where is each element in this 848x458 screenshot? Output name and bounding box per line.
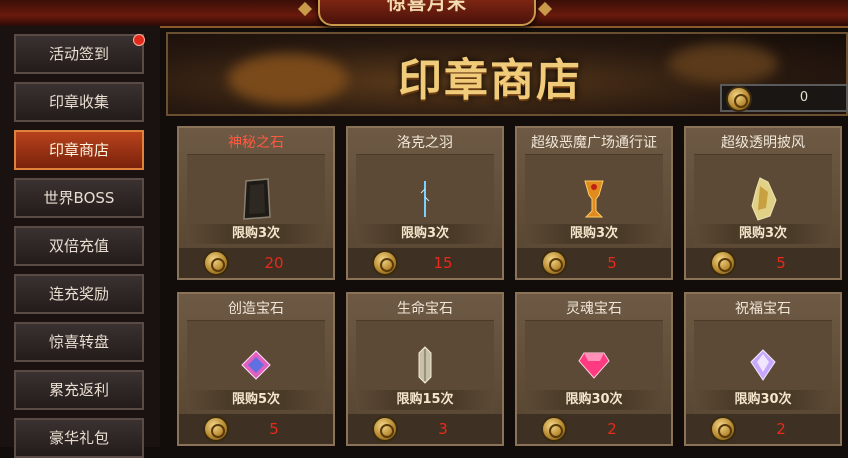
shop-item-card[interactable]: 生命宝石 限购15次 3 — [346, 292, 504, 446]
sidebar-item-label: 连充奖励 — [48, 285, 109, 303]
price-row: 3 — [348, 414, 502, 444]
price-row: 2 — [517, 414, 671, 444]
blessing-gem-icon — [750, 349, 776, 381]
sidebar-item-double-recharge[interactable]: 双倍充值 — [14, 226, 144, 266]
sidebar-item-rebate[interactable]: 累充返利 — [14, 370, 144, 410]
shop-item-card[interactable]: 神秘之石 限购3次 20 — [177, 126, 335, 280]
sidebar-item-gift-pack[interactable]: 豪华礼包 — [14, 418, 144, 458]
sidebar-item-label: 双倍充值 — [48, 237, 109, 255]
fire-decoration — [668, 44, 778, 84]
item-name: 神秘之石 — [228, 135, 284, 151]
sidebar-item-streak-reward[interactable]: 连充奖励 — [14, 274, 144, 314]
seal-coin-icon — [710, 250, 736, 276]
price-row: 2 — [686, 414, 840, 444]
shop-item-card[interactable]: 洛克之羽 限购3次 15 — [346, 126, 504, 280]
item-price: 5 — [607, 254, 617, 272]
seal-coin-icon — [726, 86, 752, 112]
ornament-icon — [537, 1, 553, 17]
soul-gem-icon — [578, 352, 610, 379]
item-price: 3 — [438, 420, 448, 438]
item-name: 洛克之羽 — [397, 135, 453, 151]
window-title: 惊喜月末 — [386, 0, 467, 14]
sidebar-item-label: 印章收集 — [48, 93, 109, 111]
item-price: 2 — [607, 420, 617, 438]
sidebar-item-label: 豪华礼包 — [48, 429, 109, 447]
item-name: 生命宝石 — [397, 301, 453, 317]
seal-coin-icon — [203, 250, 229, 276]
sidebar-item-seal-shop[interactable]: 印章商店 — [14, 130, 144, 170]
fire-decoration — [228, 54, 348, 104]
seal-coin-icon — [203, 416, 229, 442]
shop-item-card[interactable]: 祝福宝石 限购30次 2 — [684, 292, 842, 446]
seal-coin-icon — [541, 250, 567, 276]
item-price: 15 — [433, 254, 453, 272]
sidebar-item-checkin[interactable]: 活动签到 — [14, 34, 144, 74]
item-price: 5 — [776, 254, 786, 272]
sidebar-item-lucky-wheel[interactable]: 惊喜转盘 — [14, 322, 144, 362]
price-row: 5 — [517, 248, 671, 278]
golden-goblet-icon — [584, 180, 604, 218]
shop-item-card[interactable]: 超级恶魔广场通行证 限购3次 5 — [515, 126, 673, 280]
purchase-limit: 限购30次 — [694, 390, 832, 410]
seal-coin-icon — [541, 416, 567, 442]
seal-coin-icon — [372, 250, 398, 276]
sidebar-item-seal-collect[interactable]: 印章收集 — [14, 82, 144, 122]
creation-gem-icon — [241, 350, 271, 380]
price-row: 15 — [348, 248, 502, 278]
purchase-limit: 限购3次 — [187, 224, 325, 244]
purchase-limit: 限购3次 — [525, 224, 663, 244]
sidebar: 活动签到 印章收集 印章商店 世界BOSS 双倍充值 连充奖励 惊喜转盘 累充返… — [0, 26, 160, 458]
glowing-cloak-icon — [751, 177, 777, 221]
sidebar-item-world-boss[interactable]: 世界BOSS — [14, 178, 144, 218]
sidebar-item-label: 累充返利 — [48, 381, 109, 399]
price-row: 20 — [179, 248, 333, 278]
item-price: 20 — [264, 254, 284, 272]
title-plate: 惊喜月末 — [318, 0, 536, 26]
purchase-limit: 限购5次 — [187, 390, 325, 410]
page-title: 印章商店 — [398, 55, 582, 106]
sidebar-item-label: 活动签到 — [48, 45, 109, 63]
item-price: 2 — [776, 420, 786, 438]
seal-balance: 0 — [720, 84, 848, 112]
notification-dot-icon — [133, 34, 145, 46]
item-name: 灵魂宝石 — [566, 301, 622, 317]
purchase-limit: 限购3次 — [356, 224, 494, 244]
sidebar-item-label: 世界BOSS — [43, 189, 115, 207]
purchase-limit: 限购3次 — [694, 224, 832, 244]
purchase-limit: 限购30次 — [525, 390, 663, 410]
top-bar: 惊喜月末 — [0, 0, 848, 28]
ornament-icon — [297, 1, 313, 17]
item-name: 创造宝石 — [228, 301, 284, 317]
seal-coin-icon — [710, 416, 736, 442]
item-price: 5 — [269, 420, 279, 438]
item-name: 超级透明披风 — [721, 135, 805, 151]
balance-value: 0 — [799, 90, 809, 105]
shop-item-card[interactable]: 创造宝石 限购5次 5 — [177, 292, 335, 446]
item-name: 祝福宝石 — [735, 301, 791, 317]
dark-stone-icon — [243, 178, 271, 220]
shop-banner: 印章商店 0 — [166, 32, 848, 116]
shop-item-card[interactable]: 超级透明披风 限购3次 5 — [684, 126, 842, 280]
purchase-limit: 限购15次 — [356, 390, 494, 410]
price-row: 5 — [686, 248, 840, 278]
item-name: 超级恶魔广场通行证 — [531, 135, 657, 151]
shop-item-card[interactable]: 灵魂宝石 限购30次 2 — [515, 292, 673, 446]
sidebar-item-label: 印章商店 — [48, 141, 109, 159]
seal-coin-icon — [372, 416, 398, 442]
sidebar-item-label: 惊喜转盘 — [48, 333, 109, 351]
price-row: 5 — [179, 414, 333, 444]
blue-feather-icon — [420, 181, 430, 217]
life-gem-icon — [418, 346, 432, 384]
